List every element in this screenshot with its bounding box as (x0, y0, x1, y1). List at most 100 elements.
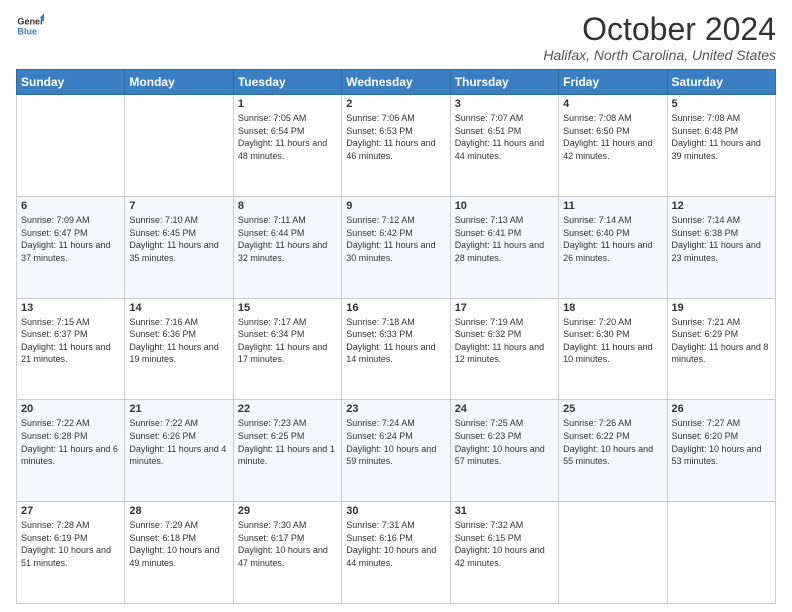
week-row-2: 6Sunrise: 7:09 AMSunset: 6:47 PMDaylight… (17, 196, 776, 298)
cell-info: Sunrise: 7:11 AMSunset: 6:44 PMDaylight:… (238, 215, 327, 263)
cell-info: Sunrise: 7:26 AMSunset: 6:22 PMDaylight:… (563, 418, 653, 466)
cell-info: Sunrise: 7:14 AMSunset: 6:38 PMDaylight:… (672, 215, 761, 263)
cell-info: Sunrise: 7:25 AMSunset: 6:23 PMDaylight:… (455, 418, 545, 466)
day-number: 31 (455, 505, 554, 517)
day-number: 2 (346, 98, 445, 110)
subtitle: Halifax, North Carolina, United States (543, 47, 776, 63)
col-friday: Friday (559, 70, 667, 95)
cell-info: Sunrise: 7:05 AMSunset: 6:54 PMDaylight:… (238, 113, 327, 161)
week-row-4: 20Sunrise: 7:22 AMSunset: 6:28 PMDayligh… (17, 400, 776, 502)
day-number: 19 (672, 302, 771, 314)
col-saturday: Saturday (667, 70, 775, 95)
table-row: 1 Sunrise: 7:05 AMSunset: 6:54 PMDaylight… (233, 95, 341, 197)
table-row: 17Sunrise: 7:19 AMSunset: 6:32 PMDayligh… (450, 298, 558, 400)
day-number: 27 (21, 505, 120, 517)
day-number: 26 (672, 403, 771, 415)
cell-info: Sunrise: 7:29 AMSunset: 6:18 PMDaylight:… (129, 520, 219, 568)
table-row: 15 Sunrise: 7:17 AMSunset: 6:34 PMDayligh… (233, 298, 341, 400)
week-row-1: 1 Sunrise: 7:05 AMSunset: 6:54 PMDaylight… (17, 95, 776, 197)
page: General Blue October 2024 Halifax, North… (0, 0, 792, 612)
col-sunday: Sunday (17, 70, 125, 95)
cell-info: Sunrise: 7:10 AMSunset: 6:45 PMDaylight:… (129, 215, 218, 263)
day-number: 15 (238, 302, 337, 314)
table-row: 10 Sunrise: 7:13 AMSunset: 6:41 PMDayligh… (450, 196, 558, 298)
table-row: 25 Sunrise: 7:26 AMSunset: 6:22 PMDayligh… (559, 400, 667, 502)
cell-info: Sunrise: 7:14 AMSunset: 6:40 PMDaylight:… (563, 215, 652, 263)
col-tuesday: Tuesday (233, 70, 341, 95)
day-number: 9 (346, 200, 445, 212)
table-row: 4Sunrise: 7:08 AMSunset: 6:50 PMDaylight… (559, 95, 667, 197)
cell-info: Sunrise: 7:24 AMSunset: 6:24 PMDaylight:… (346, 418, 436, 466)
day-number: 25 (563, 403, 662, 415)
col-monday: Monday (125, 70, 233, 95)
cell-info: Sunrise: 7:19 AMSunset: 6:32 PMDaylight:… (455, 317, 544, 365)
week-row-5: 27 Sunrise: 7:28 AMSunset: 6:19 PMDayligh… (17, 502, 776, 604)
col-thursday: Thursday (450, 70, 558, 95)
calendar-header-row: Sunday Monday Tuesday Wednesday Thursday… (17, 70, 776, 95)
day-number: 12 (672, 200, 771, 212)
table-row: 22 Sunrise: 7:23 AMSunset: 6:25 PMDayligh… (233, 400, 341, 502)
cell-info: Sunrise: 7:08 AMSunset: 6:50 PMDaylight:… (563, 113, 652, 161)
day-number: 1 (238, 98, 337, 110)
cell-info: Sunrise: 7:22 AMSunset: 6:26 PMDaylight:… (129, 418, 226, 466)
table-row: 26 Sunrise: 7:27 AMSunset: 6:20 PMDayligh… (667, 400, 775, 502)
table-row: 13 Sunrise: 7:15 AMSunset: 6:37 PMDayligh… (17, 298, 125, 400)
col-wednesday: Wednesday (342, 70, 450, 95)
main-title: October 2024 (543, 12, 776, 47)
calendar-table: Sunday Monday Tuesday Wednesday Thursday… (16, 69, 776, 604)
day-number: 28 (129, 505, 228, 517)
cell-info: Sunrise: 7:22 AMSunset: 6:28 PMDaylight:… (21, 418, 118, 466)
cell-info: Sunrise: 7:30 AMSunset: 6:17 PMDaylight:… (238, 520, 328, 568)
day-number: 11 (563, 200, 662, 212)
table-row: 29 Sunrise: 7:30 AMSunset: 6:17 PMDayligh… (233, 502, 341, 604)
day-number: 13 (21, 302, 120, 314)
day-number: 3 (455, 98, 554, 110)
table-row: 14 Sunrise: 7:16 AMSunset: 6:36 PMDayligh… (125, 298, 233, 400)
table-row: 3 Sunrise: 7:07 AMSunset: 6:51 PMDaylight… (450, 95, 558, 197)
table-row: 21 Sunrise: 7:22 AMSunset: 6:26 PMDayligh… (125, 400, 233, 502)
cell-info: Sunrise: 7:13 AMSunset: 6:41 PMDaylight:… (455, 215, 544, 263)
day-number: 23 (346, 403, 445, 415)
table-row: 23 Sunrise: 7:24 AMSunset: 6:24 PMDayligh… (342, 400, 450, 502)
day-number: 30 (346, 505, 445, 517)
day-number: 8 (238, 200, 337, 212)
day-number: 21 (129, 403, 228, 415)
table-row: 20Sunrise: 7:22 AMSunset: 6:28 PMDayligh… (17, 400, 125, 502)
day-number: 10 (455, 200, 554, 212)
title-block: October 2024 Halifax, North Carolina, Un… (543, 12, 776, 63)
cell-info: Sunrise: 7:06 AMSunset: 6:53 PMDaylight:… (346, 113, 435, 161)
table-row: 18 Sunrise: 7:20 AMSunset: 6:30 PMDayligh… (559, 298, 667, 400)
table-row: 28 Sunrise: 7:29 AMSunset: 6:18 PMDayligh… (125, 502, 233, 604)
cell-info: Sunrise: 7:20 AMSunset: 6:30 PMDaylight:… (563, 317, 652, 365)
cell-info: Sunrise: 7:07 AMSunset: 6:51 PMDaylight:… (455, 113, 544, 161)
table-row: 5Sunrise: 7:08 AMSunset: 6:48 PMDaylight… (667, 95, 775, 197)
cell-info: Sunrise: 7:16 AMSunset: 6:36 PMDaylight:… (129, 317, 218, 365)
cell-info: Sunrise: 7:27 AMSunset: 6:20 PMDaylight:… (672, 418, 762, 466)
cell-info: Sunrise: 7:32 AMSunset: 6:15 PMDaylight:… (455, 520, 545, 568)
week-row-3: 13 Sunrise: 7:15 AMSunset: 6:37 PMDayligh… (17, 298, 776, 400)
cell-info: Sunrise: 7:21 AMSunset: 6:29 PMDaylight:… (672, 317, 769, 365)
day-number: 18 (563, 302, 662, 314)
table-row: 24 Sunrise: 7:25 AMSunset: 6:23 PMDayligh… (450, 400, 558, 502)
cell-info: Sunrise: 7:28 AMSunset: 6:19 PMDaylight:… (21, 520, 111, 568)
day-number: 29 (238, 505, 337, 517)
day-number: 24 (455, 403, 554, 415)
cell-info: Sunrise: 7:09 AMSunset: 6:47 PMDaylight:… (21, 215, 110, 263)
svg-text:Blue: Blue (17, 26, 37, 36)
day-number: 14 (129, 302, 228, 314)
table-row (667, 502, 775, 604)
table-row: 31 Sunrise: 7:32 AMSunset: 6:15 PMDayligh… (450, 502, 558, 604)
table-row (17, 95, 125, 197)
cell-info: Sunrise: 7:17 AMSunset: 6:34 PMDaylight:… (238, 317, 327, 365)
table-row: 6Sunrise: 7:09 AMSunset: 6:47 PMDaylight… (17, 196, 125, 298)
day-number: 5 (672, 98, 771, 110)
table-row: 8 Sunrise: 7:11 AMSunset: 6:44 PMDaylight… (233, 196, 341, 298)
day-number: 22 (238, 403, 337, 415)
header: General Blue October 2024 Halifax, North… (16, 12, 776, 63)
day-number: 7 (129, 200, 228, 212)
cell-info: Sunrise: 7:23 AMSunset: 6:25 PMDaylight:… (238, 418, 335, 466)
table-row: 2 Sunrise: 7:06 AMSunset: 6:53 PMDaylight… (342, 95, 450, 197)
cell-info: Sunrise: 7:15 AMSunset: 6:37 PMDaylight:… (21, 317, 110, 365)
table-row (125, 95, 233, 197)
cell-info: Sunrise: 7:31 AMSunset: 6:16 PMDaylight:… (346, 520, 436, 568)
